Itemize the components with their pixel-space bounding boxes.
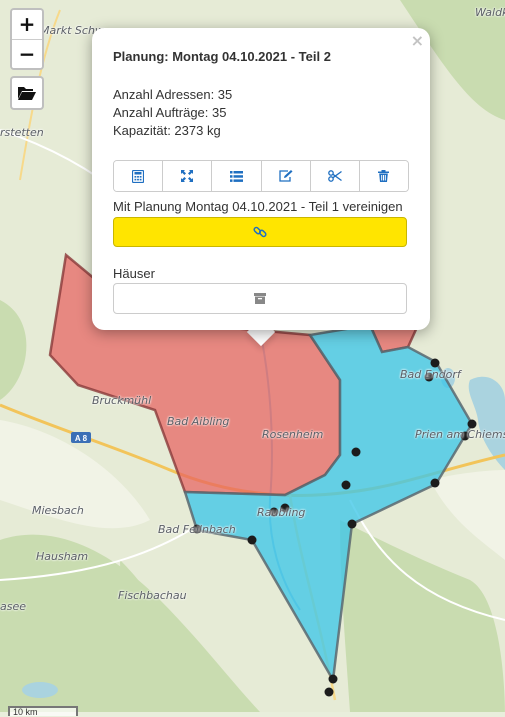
calculate-button[interactable] [114, 161, 164, 191]
list-icon [229, 170, 243, 182]
address-marker[interactable] [430, 478, 440, 488]
address-marker[interactable] [328, 674, 338, 684]
merge-zones-button[interactable] [113, 217, 407, 247]
address-marker[interactable] [324, 687, 334, 697]
address-marker[interactable] [247, 535, 257, 545]
link-icon [253, 226, 267, 238]
split-zone-button[interactable] [310, 161, 360, 191]
planning-toolbar [113, 160, 409, 192]
zoom-in-button[interactable]: + [12, 10, 42, 39]
autobahn-badge: A 8 [71, 432, 91, 443]
folder-open-icon [18, 87, 36, 100]
place-label: rstetten [0, 126, 44, 139]
place-label: Waldk [475, 6, 505, 19]
planning-popup: × Planung: Montag 04.10.2021 - Teil 2 An… [92, 28, 430, 330]
zoom-out-button[interactable]: − [12, 39, 42, 68]
place-label: asee [0, 600, 27, 613]
place-label: Hausham [36, 550, 89, 563]
zoom-to-zone-button[interactable] [163, 161, 213, 191]
houses-label: Häuser [113, 266, 155, 281]
popup-title: Planung: Montag 04.10.2021 - Teil 2 [113, 49, 331, 64]
trash-icon [378, 170, 390, 182]
popup-close-button[interactable]: × [411, 31, 424, 50]
autobahn-label: A 8 [75, 434, 88, 443]
place-label: Rosenheim [262, 428, 324, 441]
address-marker[interactable] [341, 480, 351, 490]
place-label: Raubling [257, 506, 306, 519]
archive-icon [254, 293, 266, 304]
calculator-icon [132, 169, 145, 183]
place-label: Fischbachau [118, 589, 187, 602]
place-label: Bad Feilnbach [158, 523, 236, 536]
houses-archive-button[interactable] [113, 283, 407, 314]
zoom-control: + − [10, 8, 44, 70]
address-count: Anzahl Adressen: 35 [113, 87, 233, 102]
place-label: Bad Endorf [400, 368, 461, 381]
address-marker[interactable] [351, 447, 361, 457]
scissors-icon [327, 170, 342, 182]
map-scale: 10 km [8, 706, 78, 717]
capacity-value: Kapazität: 2373 kg [113, 123, 221, 138]
list-orders-button[interactable] [212, 161, 262, 191]
merge-label: Mit Planung Montag 04.10.2021 - Teil 1 v… [113, 199, 403, 214]
place-label: Miesbach [32, 504, 84, 517]
open-planning-button[interactable] [10, 76, 44, 110]
address-marker[interactable] [347, 519, 357, 529]
expand-icon [181, 170, 194, 182]
place-label: Prien am Chiemse [415, 428, 505, 441]
edit-icon [278, 170, 293, 182]
edit-zone-button[interactable] [261, 161, 311, 191]
place-label: Bruckmühl [92, 394, 152, 407]
address-marker[interactable] [430, 358, 440, 368]
delete-zone-button[interactable] [359, 161, 408, 191]
order-count: Anzahl Aufträge: 35 [113, 105, 227, 120]
place-label: Bad Aibling [167, 415, 230, 428]
